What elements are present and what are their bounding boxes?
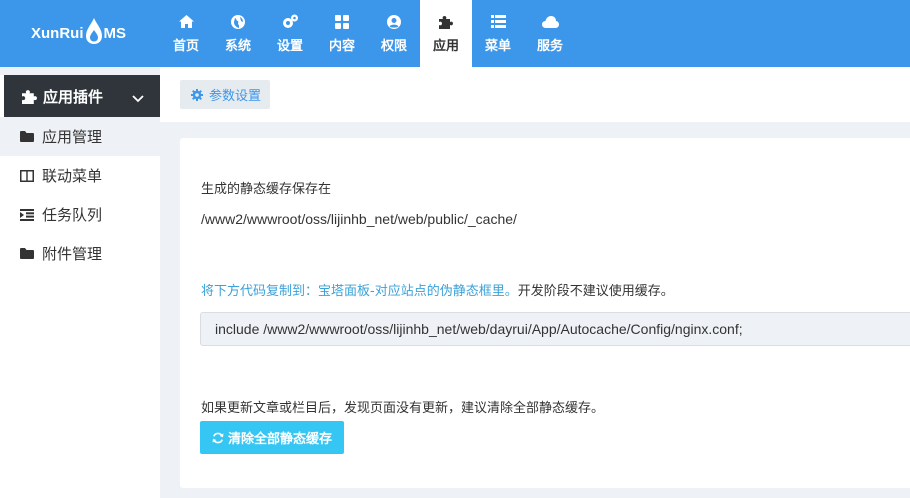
nav-permission[interactable]: 权限 [368, 0, 420, 67]
columns-icon [20, 169, 36, 182]
tab-params-settings[interactable]: 参数设置 [180, 80, 271, 109]
nav-label: 服务 [536, 38, 563, 54]
copy-hint: 将下方代码复制到：宝塔面板-对应站点的伪静态框里。开发阶段不建议使用缓存。 [201, 280, 674, 299]
sidebar-item-label: 任务队列 [42, 206, 103, 224]
settings-panel: 生成的静态缓存保存在 /www2/wwwroot/oss/lijinhb_net… [180, 138, 910, 488]
nav-apps[interactable]: 应用 [420, 0, 472, 67]
logo-drop-icon [85, 17, 103, 45]
sidebar-header[interactable]: 应用插件 [4, 75, 168, 117]
copy-hint-link[interactable]: 将下方代码复制到：宝塔面板-对应站点的伪静态框里。 [201, 284, 518, 299]
cache-location-label: 生成的静态缓存保存在 [201, 182, 332, 197]
clear-cache-button[interactable]: 清除全部静态缓存 [200, 421, 345, 454]
list-icon [490, 14, 506, 30]
nav-menu[interactable]: 菜单 [472, 0, 524, 67]
sidebar-item-label: 附件管理 [42, 245, 103, 263]
puzzle-icon [22, 89, 37, 104]
refresh-icon [212, 432, 224, 444]
sidebar-item-app-manage[interactable]: 应用管理 [0, 117, 160, 156]
brand-logo[interactable]: XunRui MS [0, 0, 160, 67]
cogs-icon [282, 14, 298, 30]
sidebar-item-linkage-menu[interactable]: 联动菜单 [0, 156, 160, 195]
clear-cache-button-label: 清除全部静态缓存 [228, 432, 333, 447]
sidebar-item-label: 联动菜单 [42, 167, 103, 185]
main-nav: 首页 系统 设置 内容 权限 应用 菜单 服务 [160, 0, 576, 67]
logo-text-right: MS [103, 25, 127, 42]
gear-icon [191, 88, 203, 101]
sidebar-item-label: 应用管理 [42, 128, 103, 146]
tab-bar: 参数设置 [160, 67, 910, 122]
clear-cache-hint: 如果更新文章或栏目后，发现页面没有更新，建议清除全部静态缓存。 [201, 401, 605, 416]
top-navbar: XunRui MS 首页 系统 设置 内容 权限 应用 菜单 服务 [0, 0, 910, 67]
copy-hint-rest: 开发阶段不建议使用缓存。 [517, 284, 674, 299]
nav-service[interactable]: 服务 [524, 0, 576, 67]
nav-label: 应用 [432, 38, 459, 54]
sidebar-header-label: 应用插件 [43, 87, 104, 106]
cache-path: /www2/wwwroot/oss/lijinhb_net/web/public… [201, 211, 517, 227]
sidebar-item-attachments[interactable]: 附件管理 [0, 234, 160, 273]
tab-label: 参数设置 [209, 89, 262, 104]
nav-label: 首页 [172, 38, 199, 54]
nav-label: 权限 [380, 38, 407, 54]
home-icon [178, 14, 194, 30]
nav-label: 设置 [276, 38, 303, 54]
nav-system[interactable]: 系统 [212, 0, 264, 67]
nav-settings[interactable]: 设置 [264, 0, 316, 67]
puzzle-icon [439, 14, 453, 30]
sidebar-gap [0, 67, 160, 75]
grid-icon [335, 14, 349, 30]
nav-label: 系统 [224, 38, 251, 54]
sidebar: 应用插件 应用管理 联动菜单 任务队列 附件管理 [0, 67, 168, 498]
user-icon [387, 14, 401, 30]
globe-icon [231, 14, 245, 30]
nav-label: 内容 [328, 38, 355, 54]
nav-content[interactable]: 内容 [316, 0, 368, 67]
cloud-icon [541, 14, 559, 30]
nginx-include-code[interactable]: include /www2/wwwroot/oss/lijinhb_net/we… [200, 312, 910, 346]
indent-icon [20, 208, 36, 221]
chevron-down-icon [132, 89, 144, 107]
folder-icon [20, 131, 36, 142]
sidebar-item-task-queue[interactable]: 任务队列 [0, 195, 160, 234]
nav-label: 菜单 [484, 38, 511, 54]
nav-home[interactable]: 首页 [160, 0, 212, 67]
folder-icon [20, 248, 36, 259]
logo-text-left: XunRui [31, 25, 84, 42]
